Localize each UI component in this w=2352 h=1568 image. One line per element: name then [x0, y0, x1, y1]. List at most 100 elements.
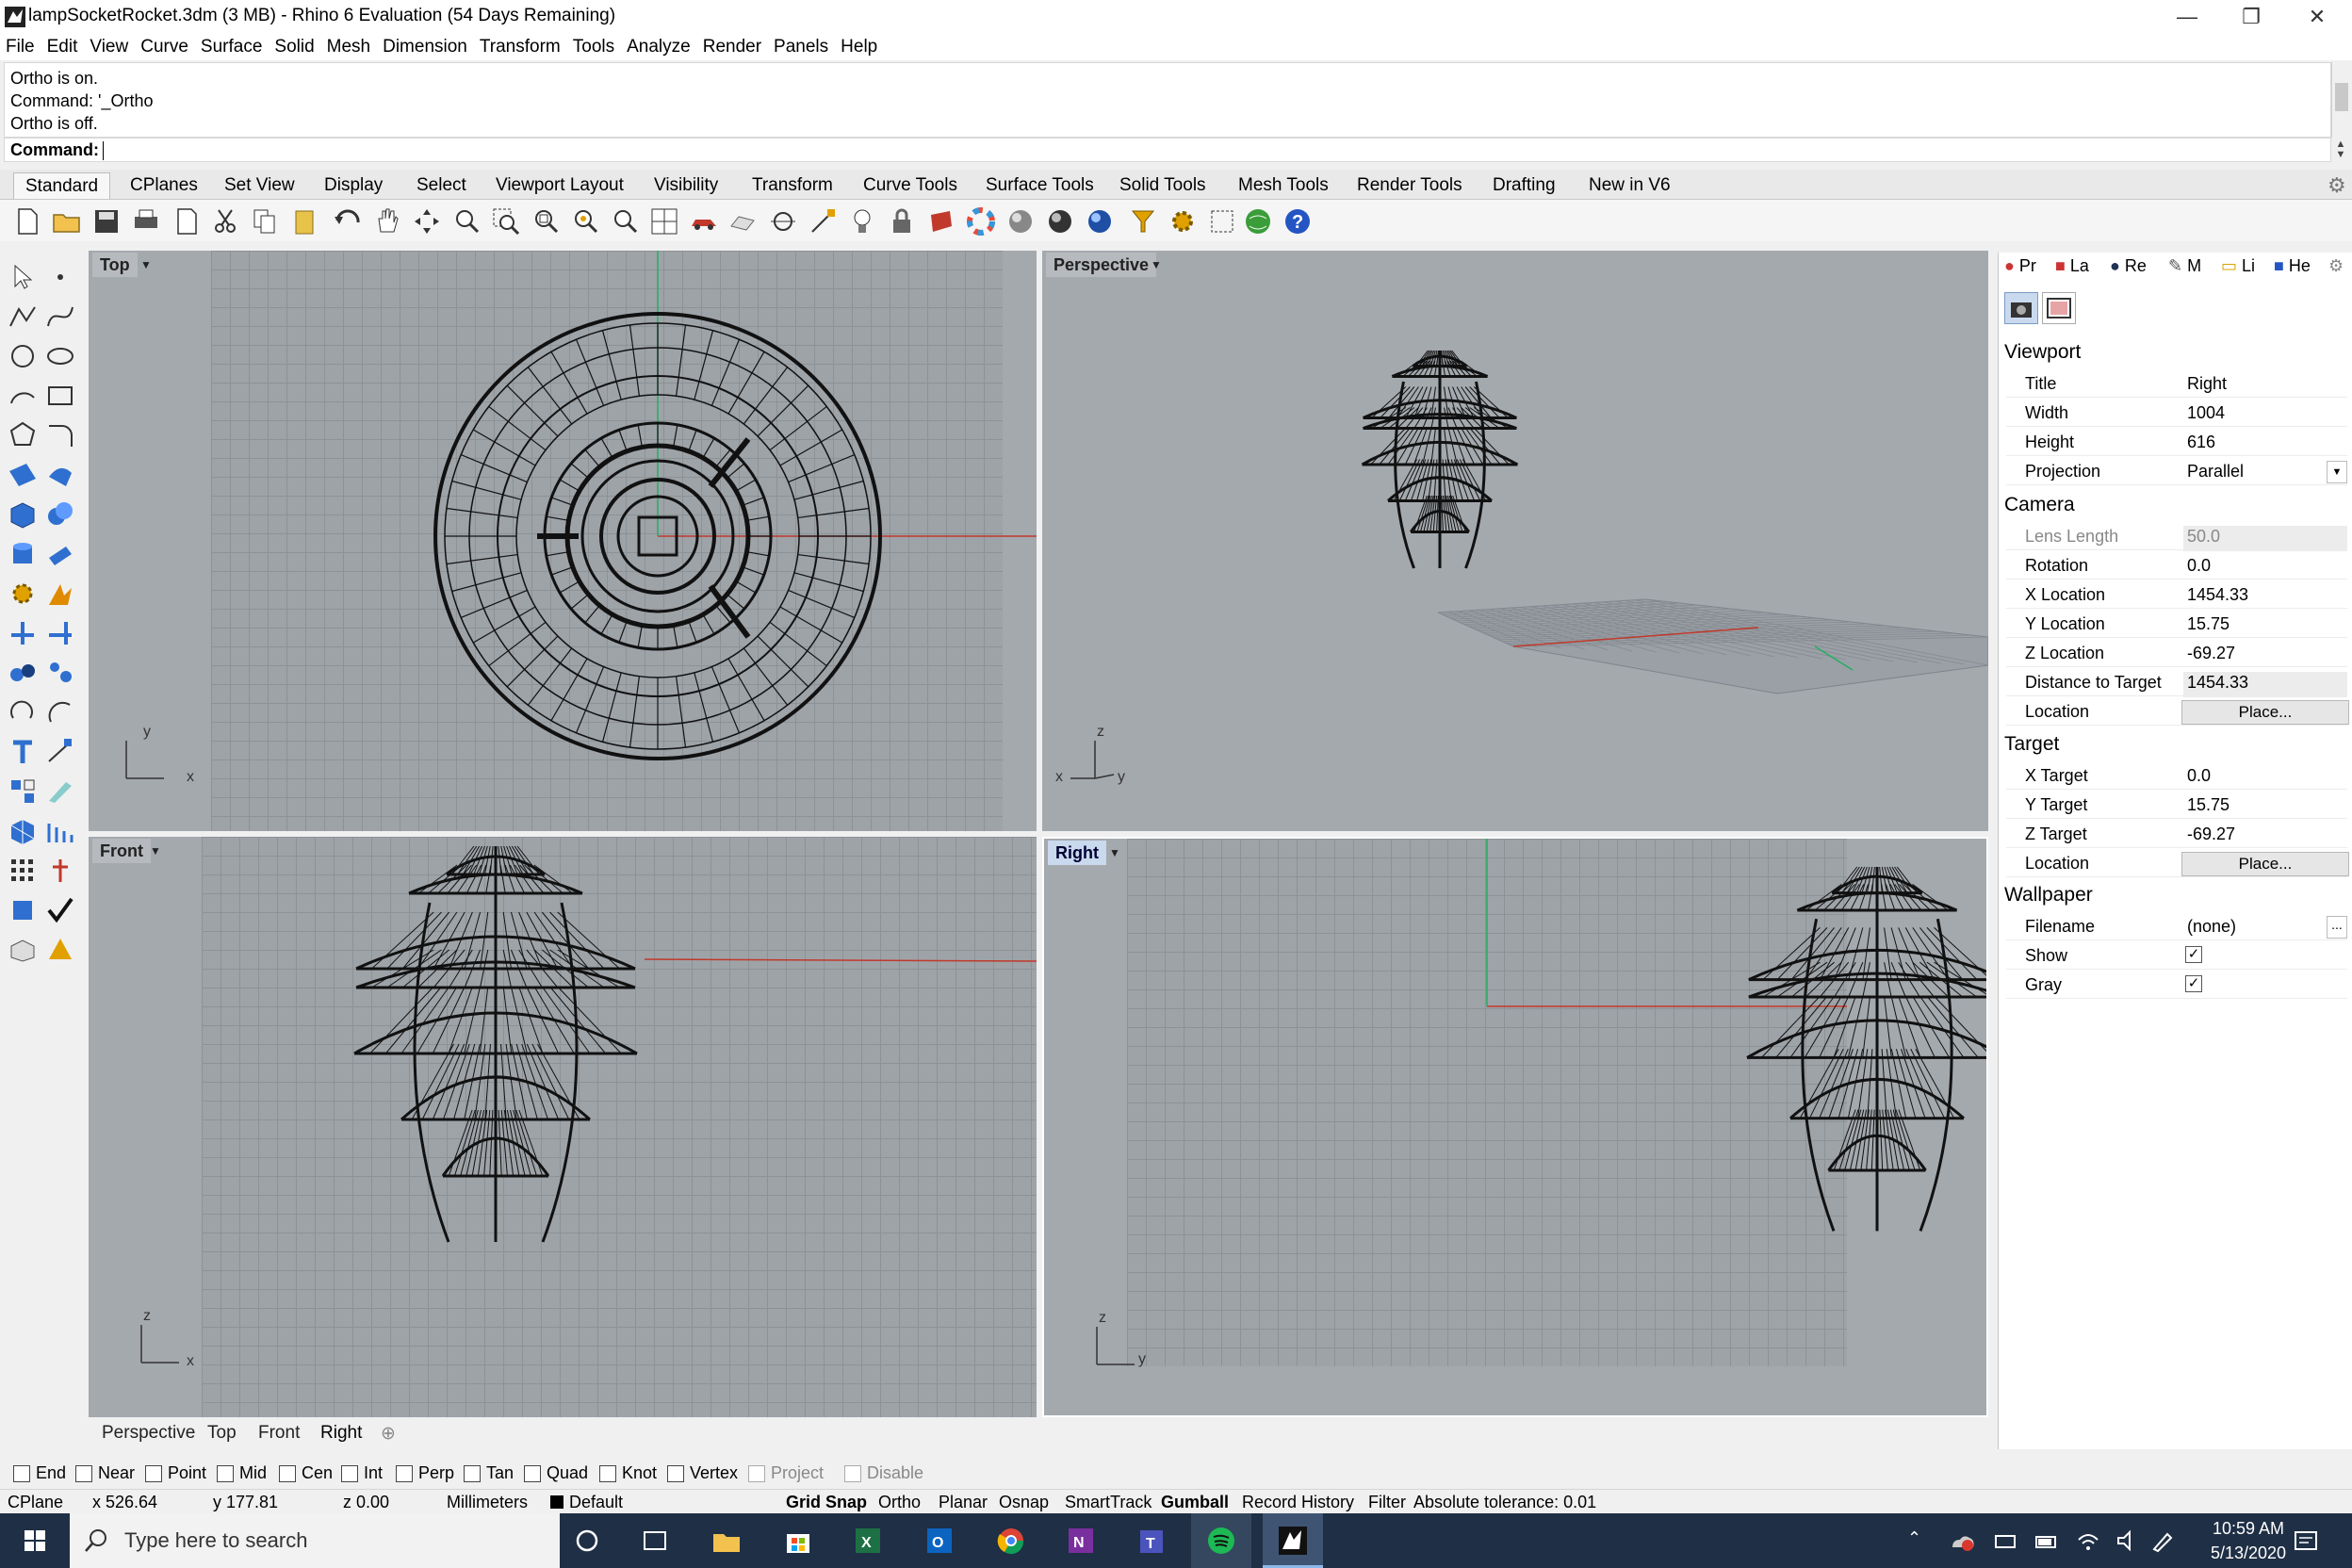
windows-start-icon[interactable] — [17, 1523, 53, 1559]
lock-icon[interactable] — [886, 205, 918, 237]
osnap-mid[interactable]: Mid — [217, 1463, 267, 1483]
task-view-icon[interactable] — [637, 1523, 673, 1559]
status-grid-snap[interactable]: Grid Snap — [786, 1493, 867, 1512]
status-osnap[interactable]: Osnap — [999, 1493, 1049, 1512]
dimension-icon[interactable] — [43, 735, 77, 769]
volume-icon[interactable] — [2115, 1528, 2141, 1553]
group-icon[interactable] — [43, 656, 77, 690]
chevron-down-icon[interactable]: ▼ — [1148, 253, 1165, 277]
snap-icon[interactable] — [807, 205, 839, 237]
cut-icon[interactable] — [209, 205, 241, 237]
prop-value[interactable]: 15.75 — [2183, 794, 2347, 820]
sphere-grey-icon[interactable] — [1004, 205, 1037, 237]
split-icon[interactable] — [43, 616, 77, 650]
camera-place-button[interactable]: Place... — [2181, 700, 2349, 725]
render-icon[interactable] — [6, 933, 40, 967]
menu-tools[interactable]: Tools — [573, 37, 614, 57]
osnap-checkbox[interactable] — [464, 1464, 481, 1482]
fillet-curve-icon[interactable] — [43, 418, 77, 452]
spotify-button[interactable] — [1191, 1513, 1251, 1568]
vptab-right[interactable]: Right — [320, 1423, 362, 1444]
viewport-label-right[interactable]: Right — [1048, 841, 1106, 865]
taskbar-search-box[interactable]: Type here to search — [70, 1513, 560, 1568]
add-viewport-icon[interactable]: ⊕ — [381, 1423, 396, 1445]
osnap-project[interactable]: Project — [748, 1463, 824, 1483]
osnap-end[interactable]: End — [13, 1463, 66, 1483]
undo-view-icon[interactable] — [609, 205, 641, 237]
panel-tab-help[interactable]: ■ He — [2274, 256, 2311, 276]
distance-icon[interactable] — [43, 854, 77, 888]
ellipse-icon[interactable] — [43, 339, 77, 373]
copy-icon[interactable] — [249, 205, 281, 237]
prop-value[interactable]: -69.27 — [2183, 643, 2347, 668]
osnap-knot[interactable]: Knot — [599, 1463, 657, 1483]
edit-icon[interactable] — [43, 775, 77, 808]
polyline-icon[interactable] — [6, 300, 40, 334]
transform-gear-icon[interactable] — [6, 577, 40, 611]
status-record-history[interactable]: Record History — [1242, 1493, 1354, 1512]
tab-viewport-layout[interactable]: Viewport Layout — [484, 172, 635, 199]
explode-icon[interactable] — [43, 577, 77, 611]
command-spinner[interactable]: ▲ ▼ — [2331, 139, 2350, 162]
osnap-vertex[interactable]: Vertex — [667, 1463, 738, 1483]
osnap-cen[interactable]: Cen — [279, 1463, 333, 1483]
notifications-icon[interactable] — [2292, 1528, 2320, 1555]
network-adapter-icon[interactable] — [1992, 1530, 2018, 1553]
options-gear-icon[interactable] — [1167, 205, 1199, 237]
osnap-checkbox[interactable] — [145, 1464, 162, 1482]
osnap-checkbox[interactable] — [667, 1464, 684, 1482]
menu-file[interactable]: File — [6, 37, 35, 57]
material-icon[interactable] — [925, 205, 957, 237]
osnap-checkbox[interactable] — [748, 1464, 765, 1482]
shade-icon[interactable] — [727, 205, 760, 237]
globe-icon[interactable] — [1242, 205, 1274, 237]
viewport-right[interactable]: z y Right ▼ — [1042, 837, 1988, 1417]
outlook-icon[interactable]: O — [922, 1523, 957, 1559]
undo-icon[interactable] — [332, 205, 364, 237]
point-icon[interactable] — [43, 260, 77, 294]
block-icon[interactable] — [6, 775, 40, 808]
prop-value[interactable]: 1004 — [2183, 402, 2347, 428]
grid-options-icon[interactable] — [1206, 205, 1238, 237]
wallpaper-icon[interactable] — [2042, 292, 2076, 324]
viewport-top[interactable]: y x Top ▼ — [89, 251, 1037, 831]
clock-date[interactable]: 5/13/2020 — [2201, 1544, 2295, 1563]
teams-icon[interactable]: T — [1135, 1523, 1170, 1559]
status-cplane[interactable]: CPlane — [8, 1493, 63, 1512]
onedrive-icon[interactable] — [1949, 1530, 1975, 1553]
light-icon[interactable] — [846, 205, 878, 237]
restore-button[interactable]: ❐ — [2222, 0, 2280, 34]
show-checkbox[interactable]: ✓ — [2185, 946, 2202, 963]
browse-button[interactable]: ... — [2327, 916, 2347, 939]
tab-select[interactable]: Select — [405, 172, 478, 199]
trim-icon[interactable] — [6, 616, 40, 650]
vptab-front[interactable]: Front — [258, 1423, 300, 1444]
box-solid-icon[interactable] — [6, 498, 40, 531]
target-place-button[interactable]: Place... — [2181, 852, 2349, 876]
panel-tab-properties[interactable]: ● Pr — [2004, 256, 2036, 276]
status-units[interactable]: Millimeters — [447, 1493, 528, 1512]
tab-drafting[interactable]: Drafting — [1481, 172, 1567, 199]
menu-curve[interactable]: Curve — [140, 37, 188, 57]
close-button[interactable]: ✕ — [2288, 0, 2346, 34]
pen-icon[interactable] — [2148, 1528, 2175, 1553]
panel-tab-libraries[interactable]: ▭ Li — [2221, 256, 2255, 276]
osnap-perp[interactable]: Perp — [396, 1463, 454, 1483]
filter-icon[interactable] — [1127, 205, 1159, 237]
osnap-checkbox[interactable] — [524, 1464, 541, 1482]
surface-edge-icon[interactable] — [43, 458, 77, 492]
analyze-icon[interactable] — [43, 933, 77, 967]
minimize-button[interactable]: — — [2158, 0, 2216, 34]
zoom-icon[interactable] — [450, 205, 482, 237]
osnap-checkbox[interactable] — [396, 1464, 413, 1482]
menu-panels[interactable]: Panels — [774, 37, 828, 57]
store-icon[interactable] — [780, 1523, 816, 1559]
tab-render-tools[interactable]: Render Tools — [1346, 172, 1474, 199]
array-icon[interactable] — [43, 814, 77, 848]
menu-solid[interactable]: Solid — [274, 37, 314, 57]
prop-value[interactable]: 15.75 — [2183, 613, 2347, 639]
select-arrow-icon[interactable] — [6, 260, 40, 294]
osnap-int[interactable]: Int — [341, 1463, 383, 1483]
viewport-label-front[interactable]: Front — [92, 839, 151, 863]
viewport-label-top[interactable]: Top — [92, 253, 138, 277]
